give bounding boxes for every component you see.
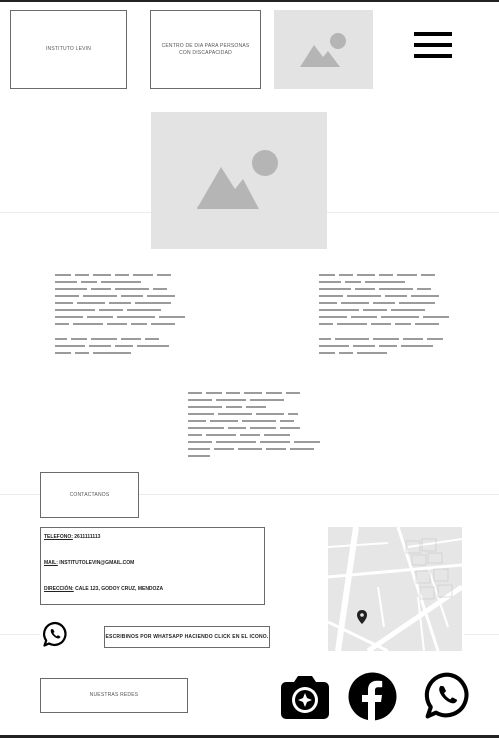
header-image	[274, 10, 373, 89]
whatsapp-icon[interactable]	[42, 621, 69, 648]
text-block-center	[188, 392, 334, 462]
map[interactable]	[328, 527, 462, 651]
hero-image	[151, 112, 327, 249]
subtitle-box: CENTRO DE DIA PARA PERSONAS CON DISCAPAC…	[150, 10, 261, 89]
whatsapp-icon[interactable]	[423, 671, 473, 721]
text-block-left	[55, 274, 200, 359]
camera-icon[interactable]	[280, 674, 330, 720]
logo-box[interactable]: INSTITUTO LEVIN	[10, 10, 127, 89]
logo-label: INSTITUTO LEVIN	[45, 46, 92, 53]
phone-row: TELEFONO: 2611111113	[44, 534, 100, 540]
facebook-icon[interactable]	[348, 672, 397, 721]
contact-button[interactable]: CONTACTANOS	[40, 472, 139, 518]
address-row: DIRECCIÓN: CALE 123, GODOY CRUZ, MENDOZA	[44, 586, 163, 592]
social-label: NUESTRAS REDES	[89, 692, 139, 699]
section-divider	[464, 634, 499, 635]
contact-button-label: CONTACTANOS	[69, 491, 110, 498]
subtitle-label: CENTRO DE DIA PARA PERSONAS CON DISCAPAC…	[161, 43, 250, 56]
top-border	[0, 0, 499, 2]
phone-key: TELEFONO:	[44, 534, 73, 540]
whatsapp-message-box[interactable]: ESCRIBINOS POR WHATSAPP HACIENDO CLICK E…	[104, 626, 270, 648]
map-pin-icon	[357, 610, 367, 624]
image-placeholder-icon	[197, 149, 278, 209]
contact-info-box: TELEFONO: 2611111113 MAIL: INSTITUTOLEVI…	[40, 527, 265, 605]
email-value[interactable]: INSTITUTOLEVIN@GMAIL.COM	[59, 560, 134, 566]
image-placeholder-icon	[299, 32, 346, 67]
hamburger-menu-icon[interactable]	[414, 32, 452, 58]
address-value: CALE 123, GODOY CRUZ, MENDOZA	[75, 586, 164, 592]
whatsapp-message: ESCRIBINOS POR WHATSAPP HACIENDO CLICK E…	[105, 633, 269, 640]
social-label-box: NUESTRAS REDES	[40, 678, 188, 713]
email-key: MAIL:	[44, 560, 58, 566]
address-key: DIRECCIÓN:	[44, 586, 74, 592]
section-divider	[0, 634, 40, 635]
text-block-right	[319, 274, 464, 359]
phone-value[interactable]: 2611111113	[74, 534, 100, 540]
email-row: MAIL: INSTITUTOLEVIN@GMAIL.COM	[44, 560, 134, 566]
